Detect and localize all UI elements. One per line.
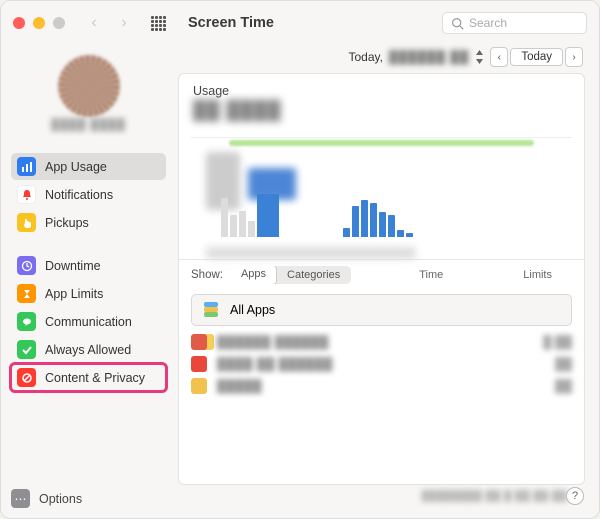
sidebar: ████ ████ App Usage Notifications — [1, 45, 176, 518]
search-placeholder: Search — [469, 16, 507, 30]
sidebar-item-label: Content & Privacy — [45, 371, 145, 385]
sidebar-item-options[interactable]: ⋯ Options — [11, 489, 166, 508]
app-time: █ ██ — [532, 335, 572, 349]
chart-bars — [221, 162, 552, 237]
app-row[interactable]: ████ ██ ██████ ██ — [191, 356, 572, 372]
window-title: Screen Time — [188, 15, 274, 31]
date-value: ██████ ██ — [389, 50, 469, 64]
chart-bar-icon — [17, 157, 36, 176]
sidebar-item-downtime[interactable]: Downtime — [11, 252, 166, 279]
tab-apps[interactable]: Apps — [231, 266, 277, 284]
date-stepper-icon[interactable] — [475, 50, 484, 64]
today-button[interactable]: Today — [510, 48, 563, 66]
app-list: ██████ ██████ █ ██ ████ ██ ██████ ██ ███… — [179, 330, 584, 400]
show-row: Show: Apps Categories Time Limits — [179, 259, 584, 290]
chat-icon — [17, 312, 36, 331]
stack-icon — [202, 301, 220, 319]
help-button[interactable]: ? — [566, 487, 584, 505]
hourglass-icon — [17, 284, 36, 303]
user-name: ████ ████ — [11, 119, 166, 131]
column-time: Time — [419, 269, 443, 281]
ellipsis-icon: ⋯ — [11, 489, 30, 508]
today-prefix: Today, — [348, 50, 382, 64]
all-apps-row[interactable]: All Apps — [191, 294, 572, 326]
search-field[interactable]: Search — [442, 12, 587, 34]
sidebar-item-label: Communication — [45, 315, 132, 329]
sidebar-item-app-limits[interactable]: App Limits — [11, 280, 166, 307]
search-icon — [451, 17, 464, 30]
sidebar-item-label: Always Allowed — [45, 343, 131, 357]
chart-axis-blur — [206, 247, 416, 259]
app-row[interactable]: ██████ ██████ █ ██ — [191, 334, 572, 350]
close-window-button[interactable] — [13, 17, 25, 29]
sidebar-item-app-usage[interactable]: App Usage — [11, 153, 166, 180]
prev-day-button[interactable]: ‹ — [490, 47, 508, 67]
usage-total: ██ ████ — [193, 100, 570, 121]
sidebar-item-label: App Usage — [45, 160, 107, 174]
traffic-lights — [13, 17, 65, 29]
app-name: ██████ ██████ — [217, 335, 522, 349]
sidebar-group-restrictions: Downtime App Limits Communication — [11, 252, 166, 391]
usage-panel: Usage ██ ████ — [178, 73, 585, 485]
forward-button[interactable]: › — [113, 12, 135, 34]
hand-icon — [17, 213, 36, 232]
clock-icon — [17, 256, 36, 275]
app-name: █████ — [217, 379, 522, 393]
sidebar-item-label: Pickups — [45, 216, 89, 230]
app-icon — [191, 378, 207, 394]
zoom-window-button[interactable] — [53, 17, 65, 29]
sidebar-item-label: Options — [39, 492, 82, 506]
show-all-prefs-button[interactable] — [151, 16, 166, 31]
sidebar-item-label: App Limits — [45, 287, 103, 301]
footer-note: ████████ ██ █ ██ ██ ██ — [196, 491, 567, 502]
sidebar-item-pickups[interactable]: Pickups — [11, 209, 166, 236]
app-name: ████ ██ ██████ — [217, 357, 522, 371]
sidebar-item-notifications[interactable]: Notifications — [11, 181, 166, 208]
next-day-button[interactable]: › — [565, 47, 583, 67]
app-icon — [191, 334, 207, 350]
date-header: Today, ██████ ██ ‹ Today › — [178, 47, 585, 67]
chart-limit-line — [229, 140, 534, 146]
titlebar: ‹ › Screen Time Search — [1, 1, 599, 45]
sidebar-item-content-and-privacy[interactable]: Content & Privacy — [11, 364, 166, 391]
usage-chart — [191, 137, 572, 255]
app-row[interactable]: █████ ██ — [191, 378, 572, 394]
app-time: ██ — [532, 379, 572, 393]
sidebar-group-usage: App Usage Notifications Pickups — [11, 153, 166, 236]
back-button[interactable]: ‹ — [83, 12, 105, 34]
sidebar-item-label: Notifications — [45, 188, 113, 202]
app-icon — [191, 356, 207, 372]
app-time: ██ — [532, 357, 572, 371]
tab-categories[interactable]: Categories — [276, 266, 351, 284]
no-sign-icon — [17, 368, 36, 387]
usage-title: Usage — [193, 84, 570, 98]
check-icon — [17, 340, 36, 359]
minimize-window-button[interactable] — [33, 17, 45, 29]
bell-icon — [17, 185, 36, 204]
sidebar-item-always-allowed[interactable]: Always Allowed — [11, 336, 166, 363]
avatar[interactable] — [58, 55, 120, 117]
all-apps-label: All Apps — [230, 303, 275, 317]
sidebar-item-communication[interactable]: Communication — [11, 308, 166, 335]
show-segmented-control[interactable]: Apps Categories — [231, 266, 351, 284]
column-limits: Limits — [523, 269, 552, 281]
sidebar-item-label: Downtime — [45, 259, 101, 273]
show-label: Show: — [191, 269, 223, 281]
